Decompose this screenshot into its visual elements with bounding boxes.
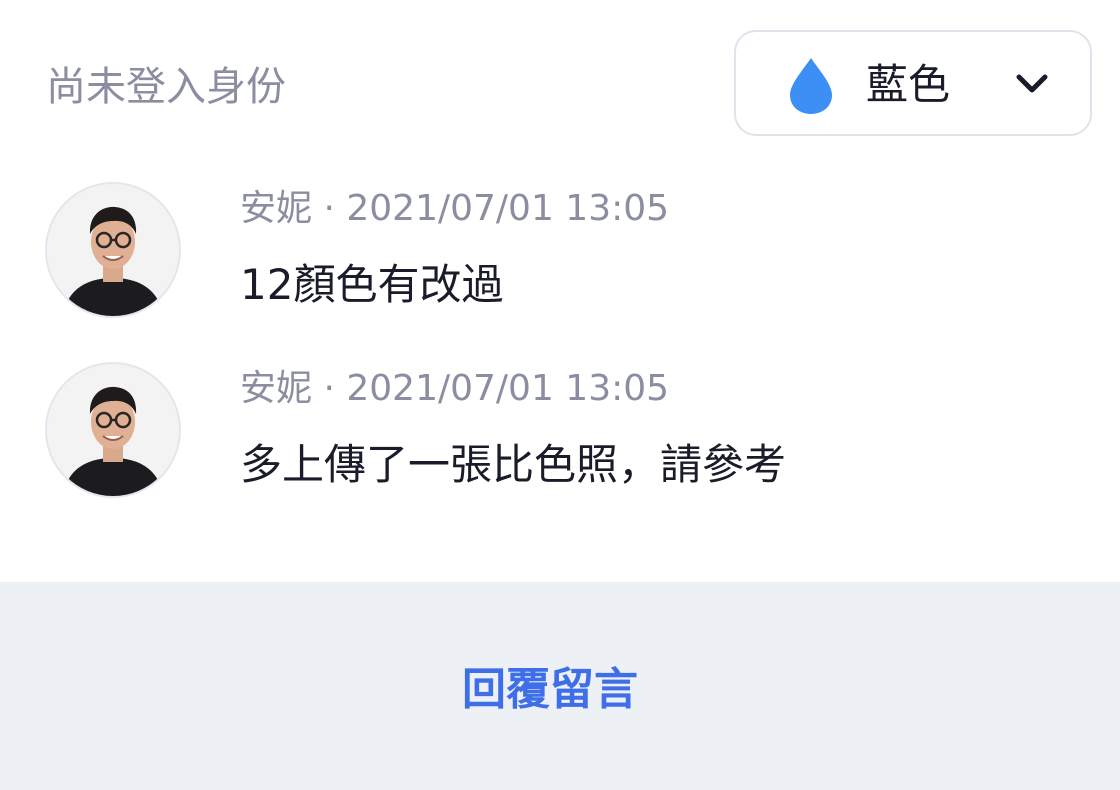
avatar-photo [47,184,179,316]
selected-color-label: 藍色 [866,60,951,109]
comment-item: 安妮 · 2021/07/01 13:05 多上傳了一張比色照，請參考 [0,360,1120,500]
avatar[interactable] [45,182,181,318]
avatar-photo [47,364,179,496]
comment-text: 多上傳了一張比色照，請參考 [240,440,787,489]
meta-separator: · [323,368,335,409]
comment-timestamp: 2021/07/01 13:05 [346,368,670,409]
comment-text: 12顏色有改過 [240,260,504,309]
comment-item: 安妮 · 2021/07/01 13:05 12顏色有改過 [0,180,1120,320]
chevron-down-icon [1016,74,1048,93]
reply-footer: 回覆留言 [0,582,1120,790]
meta-separator: · [323,188,335,229]
comment-timestamp: 2021/07/01 13:05 [346,188,670,229]
color-select-dropdown[interactable]: 藍色 [734,30,1092,136]
login-status-text: 尚未登入身份 [46,64,286,110]
comment-author: 安妮 [240,188,313,229]
comment-header: 尚未登入身份 藍色 [0,0,1120,160]
comment-meta: 安妮 · 2021/07/01 13:05 [240,186,669,232]
reply-comment-button[interactable]: 回覆留言 [0,662,1100,718]
avatar[interactable] [45,362,181,498]
comment-author: 安妮 [240,368,313,409]
comment-meta: 安妮 · 2021/07/01 13:05 [240,366,669,412]
water-drop-icon [790,58,832,114]
comment-panel: 尚未登入身份 藍色 安妮 · 2021/07/01 13:05 12顏色有改過 … [0,0,1120,790]
